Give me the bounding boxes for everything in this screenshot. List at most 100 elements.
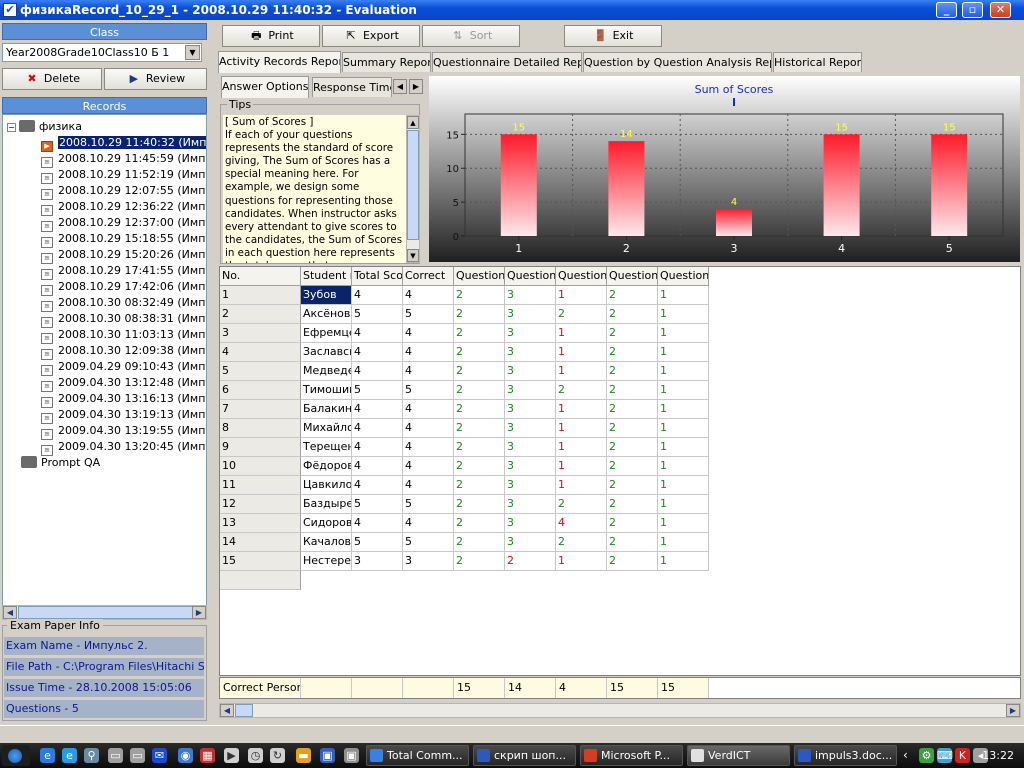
table-cell[interactable]: 4 <box>352 286 403 305</box>
table-cell[interactable]: 1 <box>658 324 709 343</box>
table-cell[interactable]: 4 <box>352 476 403 495</box>
tree-record-item[interactable]: ≡2008.10.30 11:03:13 (Импульс <box>41 327 206 344</box>
student-name[interactable]: Ефремце <box>301 324 352 343</box>
tab-questionnaire-detailed[interactable]: Questionnaire Detailed Report <box>432 52 582 72</box>
tab-scroll-right-icon[interactable]: ▶ <box>409 79 423 94</box>
table-cell[interactable]: 4 <box>403 362 454 381</box>
globe-icon[interactable]: ◉ <box>178 748 193 763</box>
table-horizontal-scrollbar[interactable]: ◀ ▶ <box>219 703 1021 718</box>
row-number[interactable]: 6 <box>220 381 301 400</box>
table-cell[interactable]: 3 <box>505 419 556 438</box>
table-cell[interactable]: 2 <box>505 552 556 571</box>
table-cell[interactable]: 5 <box>352 381 403 400</box>
table-cell[interactable]: 3 <box>505 343 556 362</box>
table-cell[interactable]: 1 <box>556 419 607 438</box>
row-number[interactable]: 10 <box>220 457 301 476</box>
print-button[interactable]: 🖶 Print <box>222 25 320 47</box>
table-cell[interactable]: 5 <box>352 533 403 552</box>
table-cell[interactable]: 4 <box>403 400 454 419</box>
column-header[interactable]: Question5 <box>658 267 709 286</box>
table-cell[interactable]: 2 <box>454 324 505 343</box>
table-cell[interactable]: 2 <box>454 343 505 362</box>
sort-button[interactable]: ⇅ Sort <box>422 25 520 47</box>
tree-root-physics[interactable]: − физика <box>7 119 82 135</box>
table-cell[interactable]: 2 <box>607 438 658 457</box>
window-icon[interactable]: ▣ <box>320 748 335 763</box>
taskbar-script[interactable]: скрип шоп... <box>473 745 576 766</box>
delete-button[interactable]: ✖ Delete <box>2 68 102 90</box>
network-tray-icon[interactable]: ⚙ <box>919 748 934 763</box>
table-cell[interactable]: 4 <box>352 324 403 343</box>
table-cell[interactable]: 2 <box>607 381 658 400</box>
table-cell[interactable]: 4 <box>403 438 454 457</box>
student-name[interactable]: Зубов <box>301 286 352 305</box>
table-cell[interactable]: 1 <box>556 343 607 362</box>
column-header[interactable]: Correct <box>403 267 454 286</box>
table-cell[interactable]: 1 <box>658 514 709 533</box>
tips-scroll-thumb[interactable] <box>407 130 419 240</box>
scroll-left-icon[interactable]: ◀ <box>3 606 17 619</box>
keyboard-tray-icon[interactable]: ⌨ <box>937 748 953 763</box>
exit-button[interactable]: 🚪 Exit <box>564 25 662 47</box>
table-cell[interactable]: 5 <box>403 495 454 514</box>
table-cell[interactable]: 4 <box>403 343 454 362</box>
table-cell[interactable]: 3 <box>505 362 556 381</box>
table-cell[interactable]: 1 <box>658 305 709 324</box>
tree-record-item[interactable]: ≡2008.10.29 12:36:22 (Импульс <box>41 199 206 216</box>
row-number[interactable]: 9 <box>220 438 301 457</box>
row-number[interactable] <box>220 571 301 590</box>
taskbar-powerpoint[interactable]: Microsoft P... <box>580 745 683 766</box>
tree-record-item[interactable]: ≡2008.10.29 15:18:55 (Импульс <box>41 231 206 248</box>
tab-response-time[interactable]: Response Time <box>312 77 392 97</box>
student-name[interactable]: Медведе <box>301 362 352 381</box>
table-cell[interactable]: 4 <box>352 514 403 533</box>
table-cell[interactable]: 2 <box>607 362 658 381</box>
student-name[interactable]: Терещени <box>301 438 352 457</box>
tree-record-item[interactable]: ≡2008.10.29 12:37:00 (Импульс <box>41 215 206 232</box>
column-header[interactable]: Question1 <box>454 267 505 286</box>
table-cell[interactable]: 1 <box>658 381 709 400</box>
row-number[interactable]: 15 <box>220 552 301 571</box>
table-cell[interactable]: 1 <box>658 533 709 552</box>
row-number[interactable]: 8 <box>220 419 301 438</box>
scroll-right-icon[interactable]: ▶ <box>1006 704 1020 717</box>
taskbar-verdict[interactable]: VerdICT <box>687 745 790 766</box>
table-cell[interactable]: 2 <box>454 381 505 400</box>
student-name[interactable]: Аксёнов <box>301 305 352 324</box>
tree-record-item[interactable]: ≡2008.10.29 12:07:55 (Импульс <box>41 183 206 200</box>
table-cell[interactable]: 1 <box>658 438 709 457</box>
table-cell[interactable]: 3 <box>505 286 556 305</box>
tree-record-item[interactable]: ≡2009.04.30 13:16:13 (Импульс <box>41 391 206 408</box>
table-cell[interactable]: 3 <box>505 457 556 476</box>
tree-record-item[interactable]: ≡2008.10.29 17:41:55 (Импульс <box>41 263 206 280</box>
column-header[interactable]: Student n <box>301 267 352 286</box>
table-cell[interactable]: 2 <box>454 514 505 533</box>
drive-icon[interactable]: ▭ <box>130 748 145 763</box>
row-number[interactable]: 1 <box>220 286 301 305</box>
results-table[interactable]: No.Student nTotal ScoCorrectQuestion1Que… <box>219 266 1021 676</box>
scroll-thumb[interactable] <box>18 606 193 619</box>
table-cell[interactable]: 2 <box>454 495 505 514</box>
student-name[interactable]: Балакина <box>301 400 352 419</box>
table-cell[interactable]: 4 <box>352 362 403 381</box>
export-button[interactable]: ⇱ Export <box>322 25 420 47</box>
taskbar-impuls-doc[interactable]: impuls3.doc... <box>794 745 897 766</box>
row-number[interactable]: 4 <box>220 343 301 362</box>
table-cell[interactable]: 2 <box>454 552 505 571</box>
table-cell[interactable]: 1 <box>658 476 709 495</box>
tab-activity-records[interactable]: Activity Records Report <box>218 51 341 73</box>
student-name[interactable]: Заславск <box>301 343 352 362</box>
table-cell[interactable]: 2 <box>454 419 505 438</box>
scroll-down-icon[interactable]: ▼ <box>407 249 419 262</box>
tree-record-item[interactable]: ▶2008.10.29 11:40:32 (Импульс <box>41 135 206 152</box>
tree-record-item[interactable]: ≡2009.04.30 13:20:45 (Импульс <box>41 439 206 456</box>
refresh-icon[interactable]: ↻ <box>270 748 285 763</box>
table-cell[interactable]: 4 <box>352 438 403 457</box>
tree-record-item[interactable]: ≡2009.04.30 13:12:48 (Импульс <box>41 375 206 392</box>
tab-historical-report[interactable]: Historical Report <box>773 52 862 72</box>
table-cell[interactable]: 2 <box>454 476 505 495</box>
table-cell[interactable]: 1 <box>658 419 709 438</box>
table-cell[interactable]: 3 <box>505 533 556 552</box>
tab-summary-report[interactable]: Summary Report <box>342 52 431 72</box>
table-cell[interactable]: 4 <box>352 457 403 476</box>
